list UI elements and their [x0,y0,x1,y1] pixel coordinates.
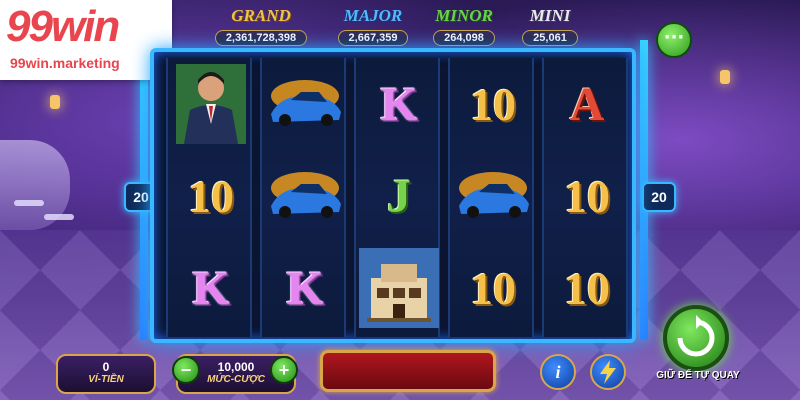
lightning-icon [600,360,616,384]
symbol-k-label: K [192,261,230,315]
symbol-j-label: J [387,169,411,223]
bar-stool [14,200,44,206]
brand-logo: 99win 99win.marketing [0,0,172,80]
symbol-ten-label: 10 [470,262,516,314]
balance-panel: 0 VÍ-TIỀN [56,354,156,394]
jackpot-major: MAJOR 2,667,359 [330,6,416,50]
payline-count-right: 20 [642,182,676,212]
info-button[interactable]: i [540,354,576,390]
jackpot-major-value: 2,667,359 [337,30,409,46]
jackpot-mini: MINI 25,061 [512,6,588,50]
businessman-icon [168,58,254,150]
bar-stool [44,214,74,220]
symbol-ten-label: 10 [564,262,610,314]
symbol-a: A [544,58,630,150]
jackpot-minor-label: MINOR [435,6,493,25]
bet-increase-button[interactable]: + [270,356,298,384]
logo-url: 99win.marketing [10,55,120,71]
symbol-k: K [262,242,348,334]
sports-car-icon [262,150,348,242]
wall-lamp [720,70,730,84]
symbol-k-label: K [286,261,324,315]
wall-lamp [50,95,60,109]
symbol-ten-label: 10 [188,170,234,222]
jackpot-minor: MINOR 264,098 [424,6,504,50]
symbol-ten: 10 [544,150,630,242]
sports-car-icon [450,150,536,242]
symbol-ten: 10 [450,58,536,150]
reel-3: K J [354,58,440,337]
reel-5: A 10 10 [542,58,628,337]
sports-car-icon [262,58,348,150]
more-icon[interactable]: ··· [656,22,692,58]
jackpot-mini-label: MINI [529,6,571,25]
logo-text: 99win [6,2,120,51]
reel-4: 10 10 [448,58,534,337]
symbol-k: K [356,58,442,150]
jackpot-grand-value: 2,361,728,398 [214,30,308,46]
symbol-ten: 10 [450,242,536,334]
symbol-ten: 10 [544,242,630,334]
reel-2: K [260,58,346,337]
reel-area: 10 K K K J 10 10 A 10 10 [150,48,636,343]
balance-value: 0 [102,360,110,374]
symbol-ten: 10 [168,150,254,242]
symbol-ten-label: 10 [564,170,610,222]
mansion-icon [356,242,442,334]
jackpot-grand-label: GRAND [231,6,291,25]
win-display-bar [320,350,496,392]
symbol-ten-label: 10 [470,78,516,130]
symbol-k: K [168,242,254,334]
symbol-j: J [356,150,442,242]
balance-label: VÍ-TIỀN [88,374,124,385]
reel-1: 10 K [166,58,252,337]
jackpot-minor-value: 264,098 [433,30,495,46]
jackpot-grand: GRAND 2,361,728,398 [198,6,324,50]
symbol-k-label: K [380,77,418,131]
auto-spin-label: GIỮ ĐỂ TỰ QUAY [656,370,740,381]
jackpot-mini-value: 25,061 [522,30,578,46]
auto-spin-button[interactable] [663,305,729,371]
refresh-icon [677,315,715,357]
turbo-button[interactable] [590,354,626,390]
bet-decrease-button[interactable]: − [172,356,200,384]
jackpot-major-label: MAJOR [343,6,403,25]
symbol-a-label: A [569,77,605,131]
